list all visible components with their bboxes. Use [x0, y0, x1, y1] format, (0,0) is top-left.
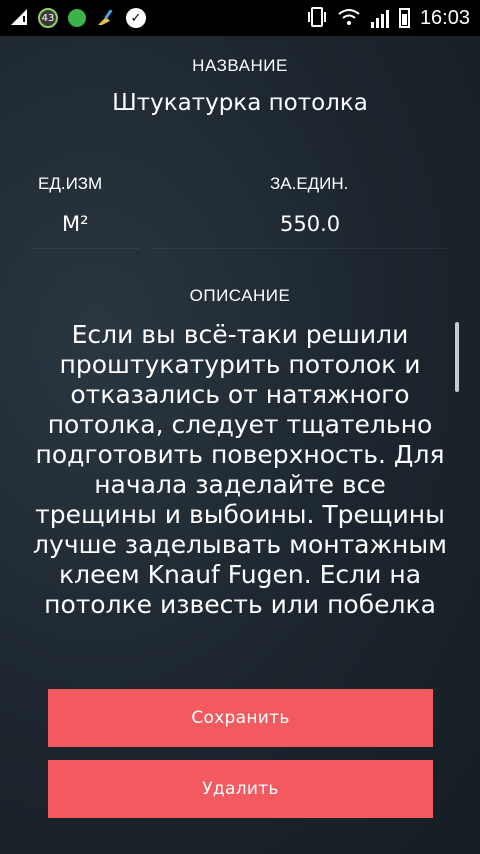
status-bar: 43 ✓ 16:03	[0, 0, 480, 36]
description-label: ОПИСАНИЕ	[189, 286, 291, 305]
wifi-icon	[337, 8, 361, 29]
save-button[interactable]: Сохранить	[48, 689, 433, 747]
cleaner-icon	[96, 7, 116, 30]
description-field[interactable]: Если вы всё-таки решили проштукатурить п…	[30, 320, 450, 638]
notification-count-badge: 43	[38, 8, 58, 28]
signal-alert-icon	[10, 8, 28, 29]
unit-divider	[30, 248, 140, 249]
price-field[interactable]: 550.0	[280, 212, 340, 236]
check-icon: ✓	[126, 8, 146, 28]
unit-label: ЕД.ИЗМ	[38, 174, 103, 193]
description-scrollbar[interactable]	[455, 322, 459, 392]
clock: 16:03	[419, 6, 470, 29]
delete-button[interactable]: Удалить	[48, 760, 433, 818]
app-notification-icon	[68, 9, 86, 27]
status-right: 16:03	[307, 6, 470, 31]
battery-icon	[398, 8, 410, 28]
name-field[interactable]: Штукатурка потолка	[0, 90, 480, 116]
price-divider	[150, 248, 450, 249]
unit-field[interactable]: М²	[62, 212, 89, 236]
name-label: НАЗВАНИЕ	[192, 56, 288, 75]
cell-signal-icon	[370, 8, 389, 28]
price-label: ЗА.ЕДИН.	[270, 174, 349, 193]
vibrate-icon	[307, 6, 327, 31]
status-left: 43 ✓	[10, 7, 146, 30]
